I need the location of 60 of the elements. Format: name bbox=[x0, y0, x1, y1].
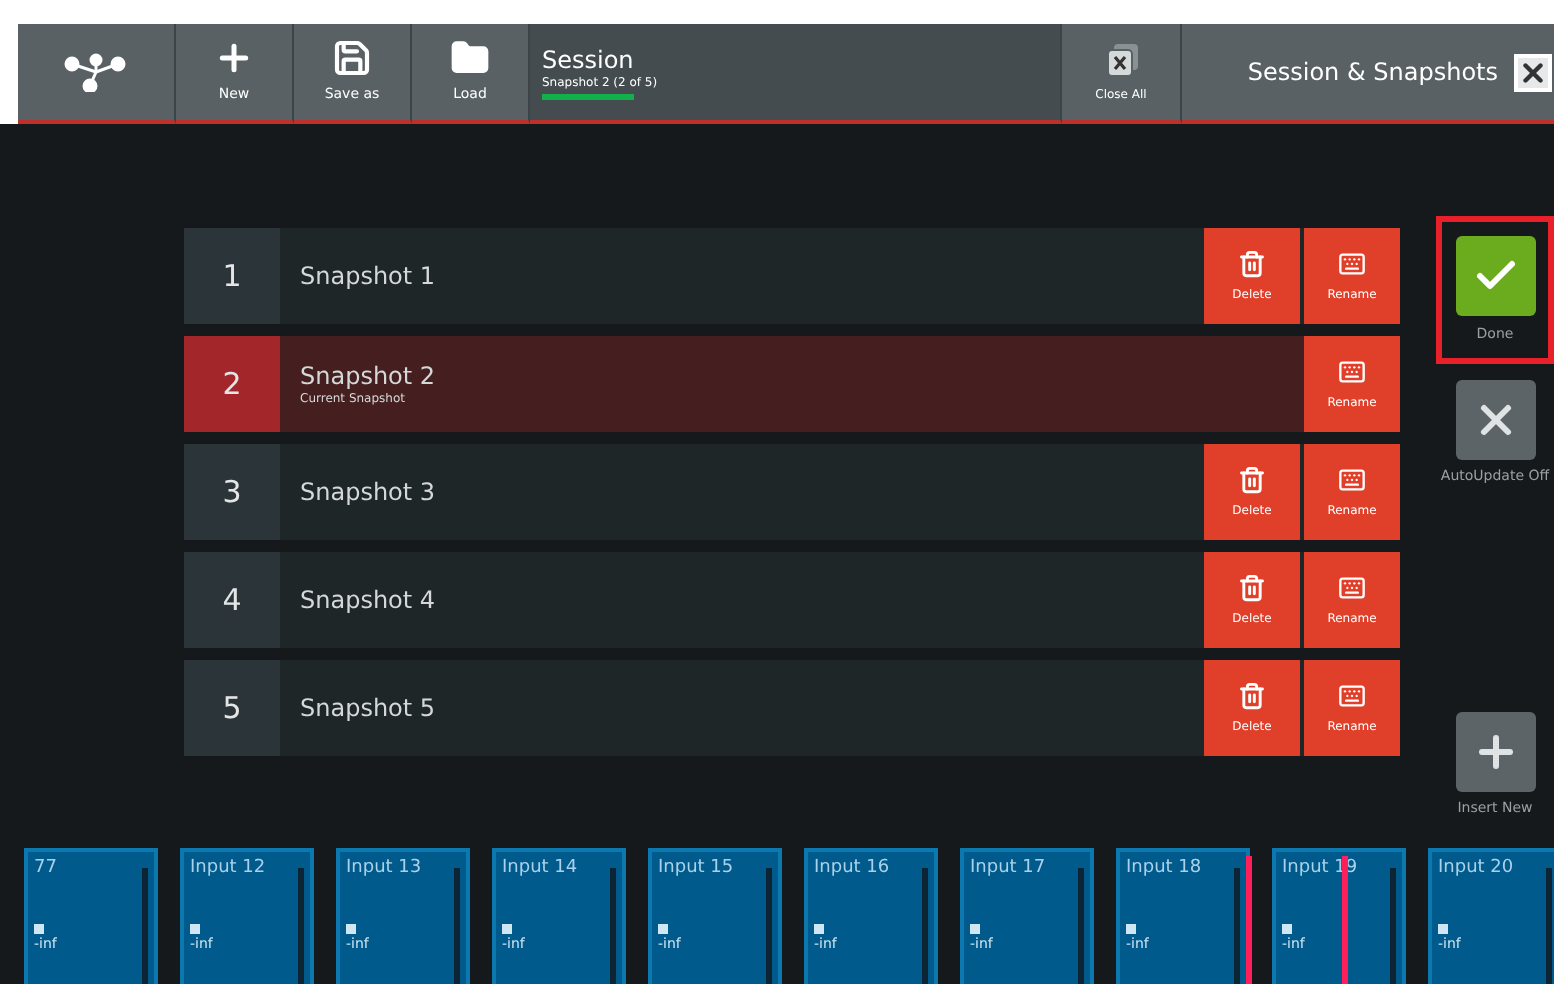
level-meter bbox=[1390, 868, 1396, 984]
square-icon bbox=[1438, 924, 1448, 934]
side-button[interactable] bbox=[1455, 712, 1535, 792]
keyboard-icon bbox=[1336, 249, 1368, 277]
snapshot-number: 2 bbox=[184, 336, 280, 432]
keyboard-icon bbox=[1336, 573, 1368, 601]
square-icon bbox=[1126, 924, 1136, 934]
trash-icon bbox=[1238, 465, 1266, 493]
square-icon bbox=[502, 924, 512, 934]
level-meter bbox=[1546, 868, 1552, 984]
snapshot-number: 5 bbox=[184, 660, 280, 756]
square-icon bbox=[190, 924, 200, 934]
status-indicator bbox=[542, 93, 634, 99]
channel-name: Input 18 bbox=[1126, 858, 1204, 880]
square-icon bbox=[346, 924, 356, 934]
snapshot-name: Snapshot 2 bbox=[300, 361, 438, 391]
session-title: Session bbox=[542, 45, 636, 73]
keyboard-icon bbox=[1336, 465, 1368, 493]
channel-name: Input 15 bbox=[658, 858, 736, 880]
routing-button[interactable] bbox=[18, 24, 176, 124]
level-meter bbox=[1078, 868, 1084, 984]
snapshot-name: Snapshot 1 bbox=[300, 261, 438, 291]
channel-name: Input 16 bbox=[814, 858, 892, 880]
snapshot-number: 4 bbox=[184, 552, 280, 648]
level-meter bbox=[454, 868, 460, 984]
trash-icon bbox=[1238, 681, 1266, 709]
square-icon bbox=[34, 924, 44, 934]
annotation-line bbox=[1246, 856, 1252, 984]
snapshot-number: 1 bbox=[184, 228, 280, 324]
keyboard-icon bbox=[1336, 357, 1368, 385]
square-icon bbox=[814, 924, 824, 934]
level-meter bbox=[142, 868, 148, 984]
level-meter bbox=[298, 868, 304, 984]
channel-name: Input 12 bbox=[190, 858, 268, 880]
done-button[interactable] bbox=[1455, 235, 1535, 315]
square-icon bbox=[970, 924, 980, 934]
trash-icon bbox=[1238, 249, 1266, 277]
snapshot-name: Snapshot 4 bbox=[300, 585, 438, 615]
level-meter bbox=[610, 868, 616, 984]
folder-icon bbox=[450, 38, 490, 79]
close-button[interactable] bbox=[1514, 53, 1552, 91]
node-graph-icon bbox=[62, 52, 130, 92]
snapshot-number: 3 bbox=[184, 444, 280, 540]
level-meter bbox=[766, 868, 772, 984]
channel-name: Input 14 bbox=[502, 858, 580, 880]
trash-icon bbox=[1238, 573, 1266, 601]
snapshot-name: Snapshot 5 bbox=[300, 693, 438, 723]
keyboard-icon bbox=[1336, 681, 1368, 709]
square-icon bbox=[658, 924, 668, 934]
level-meter bbox=[922, 868, 928, 984]
channel-name: 77 bbox=[34, 858, 59, 880]
square-icon bbox=[1282, 924, 1292, 934]
snapshot-name: Snapshot 3 bbox=[300, 477, 438, 507]
close-icon bbox=[1518, 57, 1548, 87]
level-meter bbox=[1234, 868, 1240, 984]
panel-title: Session & Snapshots bbox=[1247, 56, 1498, 90]
channel-name: Input 20 bbox=[1438, 858, 1516, 880]
channel-name: Input 17 bbox=[970, 858, 1048, 880]
channel-name: Input 13 bbox=[346, 858, 424, 880]
side-button[interactable] bbox=[1455, 380, 1535, 460]
